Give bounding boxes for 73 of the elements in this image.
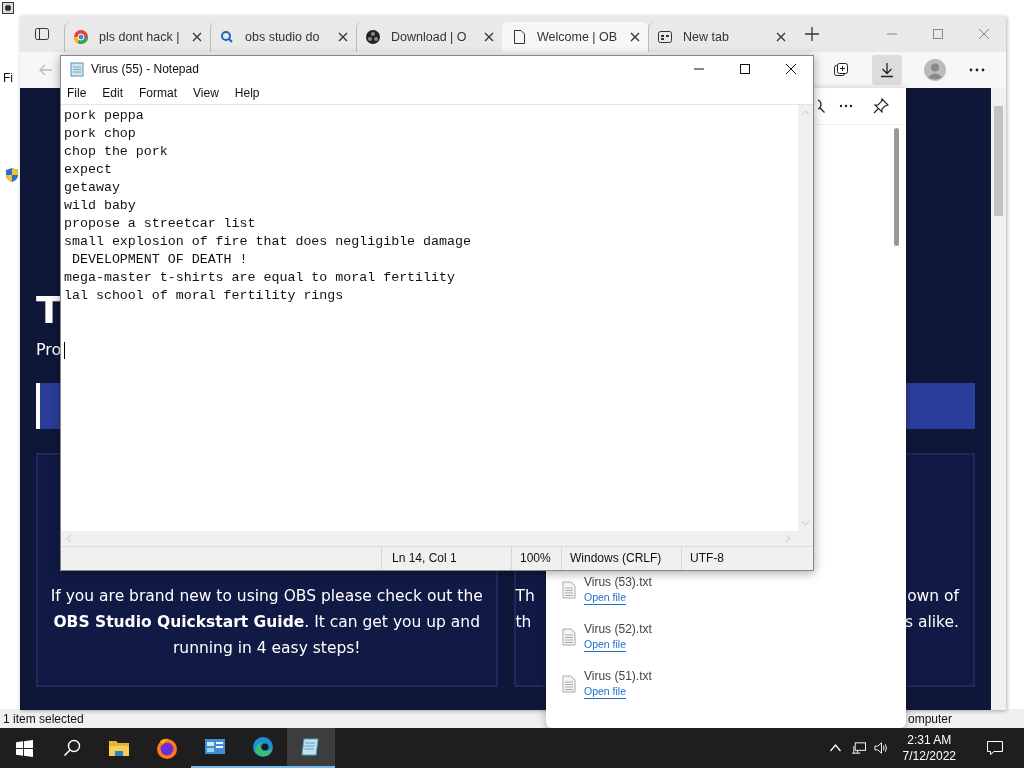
- new-tab-page-icon: [657, 29, 673, 45]
- text-line: propose a streetcar list: [64, 215, 257, 233]
- status-text: omputer: [907, 711, 952, 726]
- page-subtitle: Pro: [36, 340, 62, 359]
- maximize-icon[interactable]: [739, 63, 751, 75]
- close-icon[interactable]: [484, 32, 494, 42]
- start-icon[interactable]: [16, 739, 33, 757]
- status-text: 100%: [511, 547, 561, 570]
- menu-item[interactable]: Fi: [3, 71, 13, 85]
- file-name: Virus (51).txt: [584, 669, 652, 683]
- file-icon: [562, 628, 576, 646]
- tab-actions-icon[interactable]: [34, 26, 50, 42]
- open-file-link[interactable]: Open file: [584, 638, 627, 652]
- open-file-link[interactable]: Open file: [584, 685, 627, 699]
- text-line: small explosion of fire that does negligible damage: [64, 233, 472, 251]
- window-title: Virus (55) - Notepad: [91, 62, 199, 76]
- file-name: Virus (53).txt: [584, 575, 652, 589]
- clock-time: 2:31 AM: [907, 732, 952, 748]
- close-icon[interactable]: [630, 32, 640, 42]
- text-line: DEVELOPMENT OF DEATH !: [70, 251, 249, 269]
- card-text: own of: [907, 586, 959, 607]
- downloads-button[interactable]: [872, 55, 902, 85]
- network-icon[interactable]: [850, 741, 866, 755]
- app-icon: [2, 2, 14, 14]
- new-tab-icon[interactable]: [804, 26, 820, 42]
- close-icon[interactable]: [192, 32, 202, 42]
- file-icon: [562, 675, 576, 693]
- text-line: pork peppa: [64, 107, 145, 125]
- notification-icon[interactable]: [986, 740, 1004, 756]
- site-icon: [73, 29, 89, 45]
- file-icon: [562, 581, 576, 599]
- volume-icon[interactable]: [873, 741, 889, 755]
- text-line: lal school of moral fertility rings: [64, 287, 345, 305]
- menu-item[interactable]: Edit: [102, 86, 124, 100]
- card-text: th: [515, 612, 533, 633]
- browser-tab[interactable]: Welcome | OB: [502, 22, 648, 52]
- text-line: mega-master t-shirts are equal to moral fertility: [64, 269, 456, 287]
- search-icon: [219, 29, 235, 45]
- file-name: Virus (52).txt: [584, 622, 652, 636]
- scrollbar[interactable]: [991, 88, 1006, 710]
- notepad-icon[interactable]: [287, 728, 335, 768]
- status-text: Ln 14, Col 1: [381, 547, 511, 570]
- text-line: wild baby: [64, 197, 137, 215]
- shield-icon: [6, 168, 18, 182]
- menu-item[interactable]: Format: [139, 86, 178, 100]
- text-line: getaway: [64, 179, 121, 197]
- text-cursor: [64, 342, 65, 359]
- status-text: UTF-8: [681, 547, 813, 570]
- page-icon: [511, 29, 527, 45]
- page-heading: T: [36, 288, 62, 332]
- clock-date: 7/12/2022: [902, 748, 956, 764]
- open-file-link[interactable]: Open file: [584, 591, 627, 605]
- search-icon[interactable]: [63, 739, 81, 757]
- text-line: chop the pork: [64, 143, 169, 161]
- card-text: If you are brand new to using OBS please check out the OBS Studio Quickstart Guide. It can get you up and running in 4 easy steps!: [49, 586, 484, 659]
- menu-item[interactable]: File: [67, 86, 87, 100]
- profile-icon[interactable]: [924, 59, 946, 81]
- site-icon: [365, 29, 381, 45]
- menu-item[interactable]: View: [193, 86, 219, 100]
- close-icon[interactable]: [776, 32, 786, 42]
- download-icon: [878, 61, 896, 79]
- card-text: s alike.: [905, 612, 959, 633]
- status-text: 1 item selected: [3, 711, 84, 726]
- status-text: Windows (CRLF): [561, 547, 681, 570]
- close-icon[interactable]: [785, 63, 797, 75]
- card-text: Th: [515, 586, 535, 607]
- text-line: pork chop: [64, 125, 137, 143]
- close-icon[interactable]: [338, 32, 348, 42]
- pin-icon[interactable]: [872, 97, 890, 115]
- collections-icon[interactable]: [832, 61, 850, 79]
- menu-item[interactable]: Help: [234, 86, 260, 100]
- notepad-icon: [69, 61, 85, 77]
- text-line: expect: [64, 161, 113, 179]
